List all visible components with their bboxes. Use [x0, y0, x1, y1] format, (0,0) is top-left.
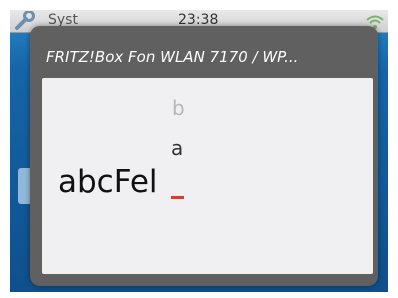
input-value: abcFel	[58, 164, 158, 200]
input-area[interactable]: b a abcFel	[42, 78, 373, 274]
text-cursor	[171, 196, 184, 199]
device-screen: Syst 23:38 FRITZ!Box Fon WLAN 7170 / WP.…	[10, 10, 388, 292]
text-input-dialog: FRITZ!Box Fon WLAN 7170 / WP... b a abcF…	[30, 26, 378, 286]
picker-next-char[interactable]: b	[172, 96, 185, 120]
picker-current-char[interactable]: a	[171, 136, 183, 160]
dialog-title: FRITZ!Box Fon WLAN 7170 / WP...	[46, 48, 299, 66]
